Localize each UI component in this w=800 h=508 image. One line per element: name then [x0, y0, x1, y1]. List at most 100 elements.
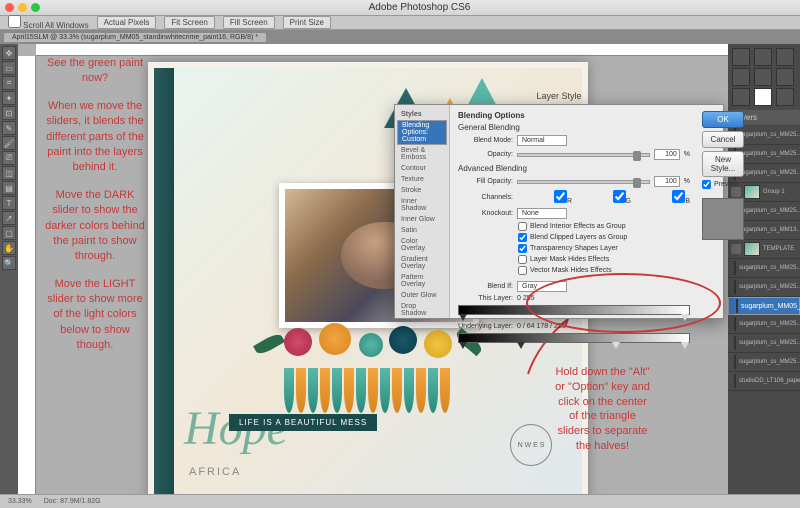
- dialog-title: Layer Style: [536, 91, 581, 101]
- brush-tool-icon[interactable]: 🖌: [2, 136, 16, 150]
- lasso-tool-icon[interactable]: ⌗: [2, 76, 16, 90]
- dialog-styles-list: StylesBlending Options: CustomBevel & Em…: [395, 105, 450, 318]
- zoom-icon[interactable]: [31, 3, 40, 12]
- minimize-icon[interactable]: [18, 3, 27, 12]
- style-item[interactable]: Inner Glow: [397, 214, 447, 225]
- swatch[interactable]: [754, 68, 772, 86]
- layer-name: sugarplum_cs_MM25...: [739, 340, 800, 346]
- style-item[interactable]: Pattern Overlay: [397, 272, 447, 290]
- layer-thumbnail: [734, 355, 736, 369]
- fill-screen-button[interactable]: Fill Screen: [223, 16, 275, 29]
- status-bar: 33.33% Doc: 87.9M/1.82G: [0, 494, 800, 508]
- styles-header: Styles: [397, 109, 447, 120]
- annotation-left: See the green paint now? When we move th…: [44, 56, 146, 366]
- channel-b-checkbox[interactable]: B: [635, 190, 690, 205]
- channel-r-checkbox[interactable]: R: [517, 190, 572, 205]
- move-tool-icon[interactable]: ✥: [2, 46, 16, 60]
- layer-name: sugarplum_MM05_st...: [741, 303, 800, 310]
- africa-label: AFRICA: [189, 466, 241, 478]
- layer-name: sugarplum_cs_MM25...: [739, 170, 800, 176]
- path-tool-icon[interactable]: ↗: [2, 211, 16, 225]
- swatch[interactable]: [732, 68, 750, 86]
- transparency-shapes-checkbox[interactable]: Transparency Shapes Layer: [518, 244, 690, 253]
- swatch[interactable]: [732, 88, 750, 106]
- zoom-value[interactable]: 33.33%: [8, 498, 32, 505]
- shape-tool-icon[interactable]: ▢: [2, 226, 16, 240]
- style-item[interactable]: Gradient Overlay: [397, 254, 447, 272]
- blend-mode-label: Blend Mode:: [458, 137, 513, 144]
- swatch[interactable]: [732, 48, 750, 66]
- print-size-button[interactable]: Print Size: [283, 16, 331, 29]
- layer-name: Group 1: [763, 189, 785, 195]
- general-blending-title: General Blending: [458, 123, 690, 132]
- preview-thumbnail: [702, 198, 744, 240]
- underlying-layer-label: Underlying Layer:: [458, 323, 513, 330]
- swatch[interactable]: [754, 48, 772, 66]
- ruler-horizontal: [36, 44, 728, 56]
- swatch[interactable]: [776, 68, 794, 86]
- knockout-select[interactable]: None: [517, 208, 567, 219]
- fill-opacity-slider[interactable]: [517, 180, 650, 184]
- swatch[interactable]: [776, 88, 794, 106]
- style-item[interactable]: Outer Glow: [397, 290, 447, 301]
- underlying-layer-gradient[interactable]: [458, 333, 690, 343]
- layer-thumbnail: [734, 317, 736, 331]
- eraser-tool-icon[interactable]: ◫: [2, 166, 16, 180]
- fill-opacity-value[interactable]: 100: [654, 176, 680, 187]
- blend-mode-select[interactable]: Normal: [517, 135, 567, 146]
- vector-mask-hides-checkbox[interactable]: Vector Mask Hides Effects: [518, 266, 690, 275]
- style-item[interactable]: Blending Options: Custom: [397, 120, 447, 145]
- style-item[interactable]: Contour: [397, 163, 447, 174]
- cancel-button[interactable]: Cancel: [702, 131, 744, 148]
- blend-clipped-checkbox[interactable]: Blend Clipped Layers as Group: [518, 233, 690, 242]
- opacity-slider[interactable]: [517, 153, 650, 157]
- opacity-value[interactable]: 100: [654, 149, 680, 160]
- style-item[interactable]: Inner Shadow: [397, 196, 447, 214]
- gradient-tool-icon[interactable]: ▤: [2, 181, 16, 195]
- window-titlebar: Adobe Photoshop CS6: [0, 0, 800, 16]
- layer-row[interactable]: studioDD_LT106_paper: [728, 372, 800, 391]
- text-tool-icon[interactable]: T: [2, 196, 16, 210]
- options-bar: Scroll All Windows Actual Pixels Fit Scr…: [0, 16, 800, 30]
- style-item[interactable]: Drop Shadow: [397, 301, 447, 319]
- style-item[interactable]: Color Overlay: [397, 236, 447, 254]
- knockout-label: Knockout:: [458, 210, 513, 217]
- marquee-tool-icon[interactable]: ▭: [2, 61, 16, 75]
- layer-thumbnail: [734, 336, 736, 350]
- style-item[interactable]: Stroke: [397, 185, 447, 196]
- layer-name: TEMPLATE: [763, 246, 794, 252]
- layer-row[interactable]: sugarplum_cs_MM25...: [728, 334, 800, 353]
- document-tab[interactable]: April15SLM @ 33.3% (sugarplum_MM05_stand…: [4, 33, 266, 42]
- channel-g-checkbox[interactable]: G: [576, 190, 631, 205]
- this-layer-gradient[interactable]: [458, 305, 690, 315]
- blend-interior-checkbox[interactable]: Blend Interior Effects as Group: [518, 222, 690, 231]
- layer-name: sugarplum_cs_MM25...: [739, 208, 800, 214]
- scroll-all-checkbox[interactable]: Scroll All Windows: [8, 15, 89, 30]
- layer-mask-hides-checkbox[interactable]: Layer Mask Hides Effects: [518, 255, 690, 264]
- stamp-tool-icon[interactable]: ⎚: [2, 151, 16, 165]
- zoom-tool-icon[interactable]: 🔍: [2, 256, 16, 270]
- close-icon[interactable]: [5, 3, 14, 12]
- style-item[interactable]: Bevel & Emboss: [397, 145, 447, 163]
- swatch[interactable]: [754, 88, 772, 106]
- hand-tool-icon[interactable]: ✋: [2, 241, 16, 255]
- style-item[interactable]: Satin: [397, 225, 447, 236]
- swatch[interactable]: [776, 48, 794, 66]
- app-title: Adobe Photoshop CS6: [44, 2, 795, 13]
- new-style-button[interactable]: New Style...: [702, 151, 744, 177]
- actual-pixels-button[interactable]: Actual Pixels: [97, 16, 157, 29]
- style-item[interactable]: Texture: [397, 174, 447, 185]
- preview-checkbox[interactable]: Preview: [702, 180, 744, 189]
- layer-name: sugarplum_cs_MM25...: [739, 265, 800, 271]
- blendif-select[interactable]: Gray: [517, 281, 567, 292]
- layer-row[interactable]: sugarplum_cs_MM25...: [728, 353, 800, 372]
- wand-tool-icon[interactable]: ✦: [2, 91, 16, 105]
- crop-tool-icon[interactable]: ⊡: [2, 106, 16, 120]
- blending-options-title: Blending Options: [458, 111, 690, 120]
- fringe-banner: [284, 368, 464, 413]
- eyedropper-tool-icon[interactable]: ✎: [2, 121, 16, 135]
- underlying-layer-values: 0 / 64 178 / 255: [517, 323, 690, 330]
- ok-button[interactable]: OK: [702, 111, 744, 128]
- blendif-label: Blend If:: [458, 283, 513, 290]
- fit-screen-button[interactable]: Fit Screen: [164, 16, 214, 29]
